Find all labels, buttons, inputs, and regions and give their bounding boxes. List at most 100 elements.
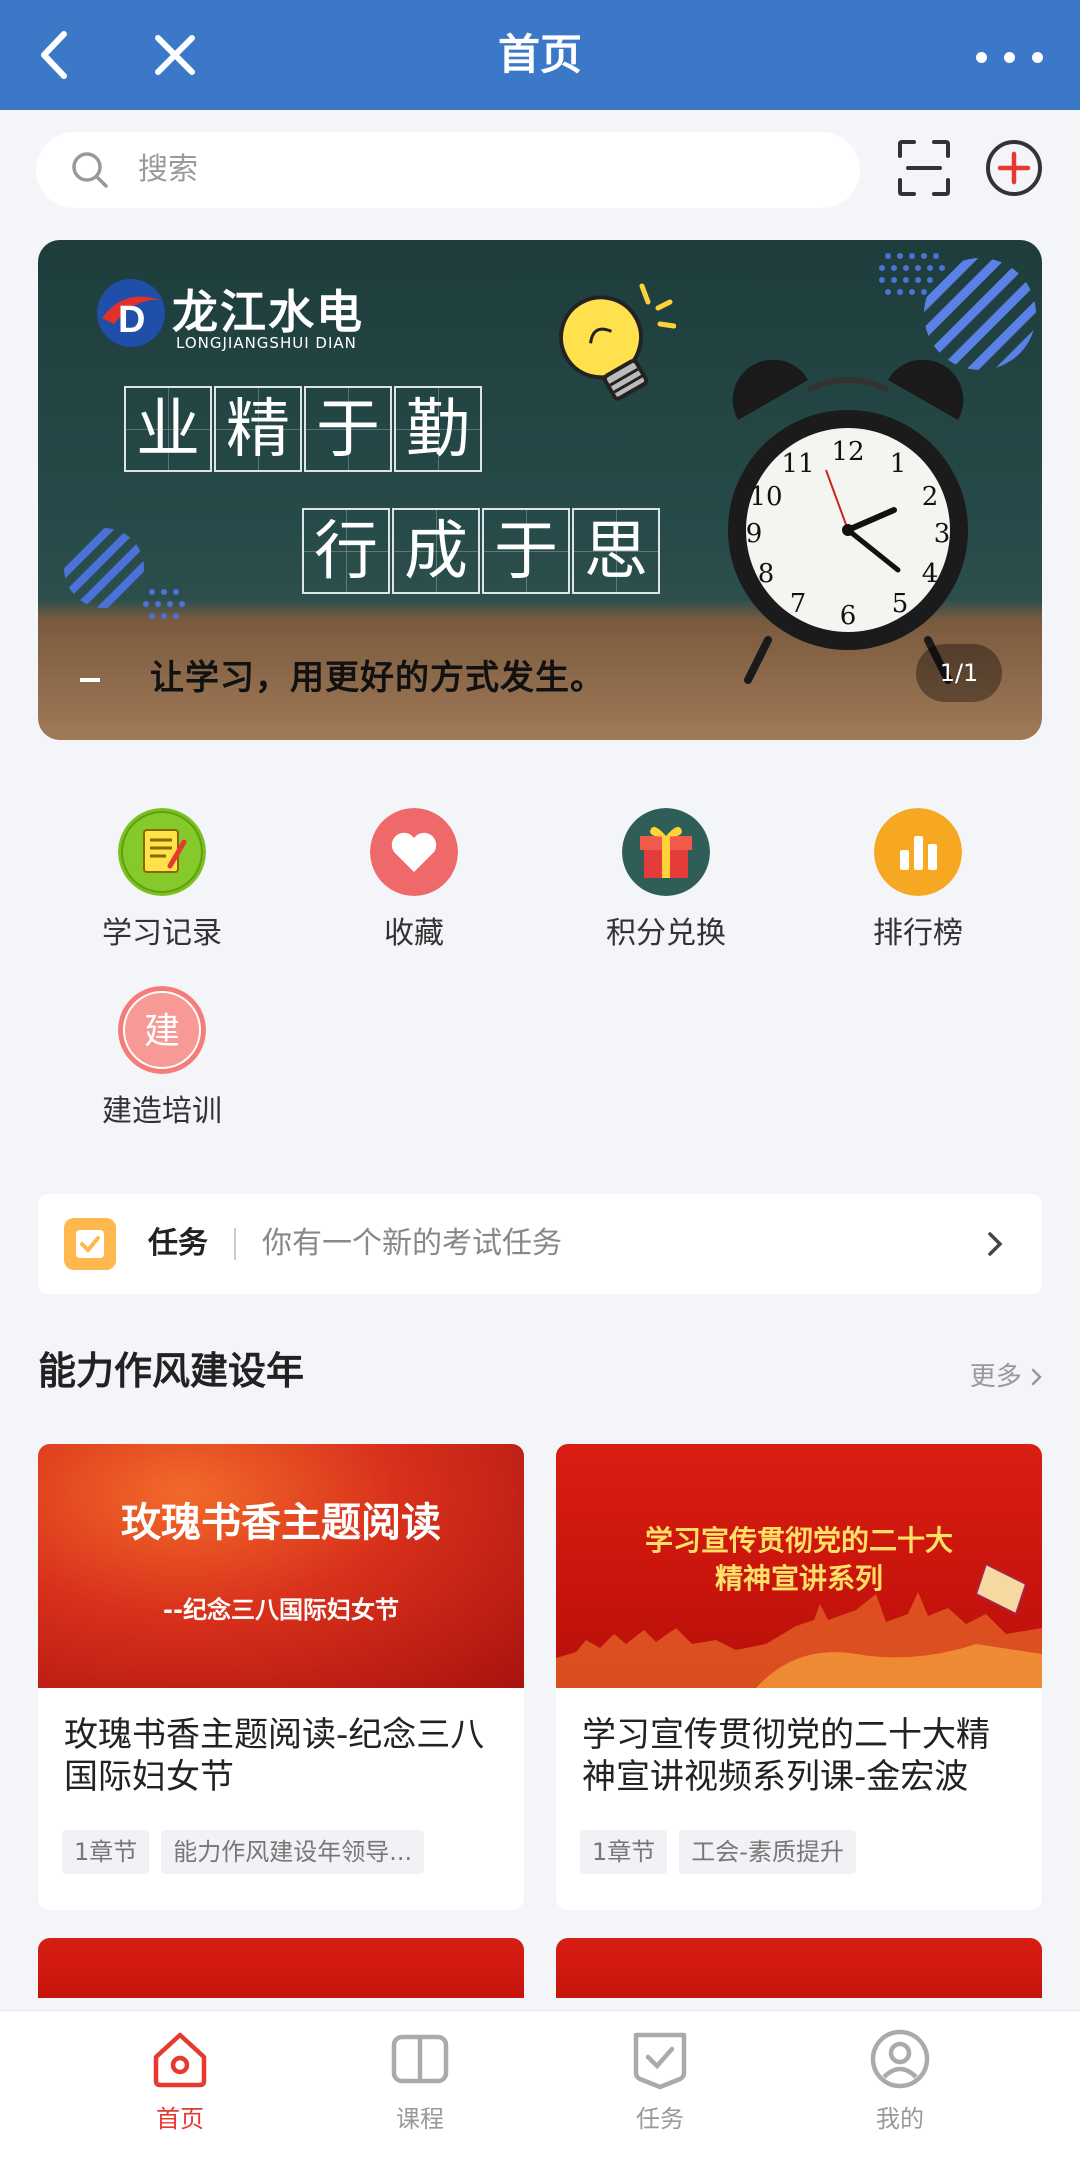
course-card[interactable]: 玫瑰书香主题阅读 --纪念三八国际妇女节 玫瑰书香主题阅读-纪念三八国际妇女节 … bbox=[38, 1444, 524, 1910]
course-cover: 学习宣传贯彻党的二十大 精神宣讲系列 bbox=[556, 1444, 1042, 1688]
section-title: 能力作风建设年 bbox=[38, 1349, 305, 1393]
city-skyline-graphic bbox=[556, 1562, 1042, 1688]
profile-icon bbox=[870, 2029, 930, 2089]
tag: 能力作风建设年领导... bbox=[161, 1830, 425, 1874]
slogan-char: 勤 bbox=[394, 386, 482, 472]
quick-entry-study-record[interactable]: 学习记录 bbox=[36, 808, 288, 952]
quick-entry-points-exchange[interactable]: 积分兑换 bbox=[540, 808, 792, 952]
slogan-char: 业 bbox=[124, 386, 212, 472]
svg-text:6: 6 bbox=[840, 601, 857, 631]
more-label: 更多 bbox=[969, 1362, 1022, 1392]
chevron-right-icon bbox=[988, 1232, 1003, 1256]
svg-text:8: 8 bbox=[758, 559, 775, 589]
svg-text:4: 4 bbox=[922, 559, 939, 589]
build-icon-glyph: 建 bbox=[144, 1011, 180, 1052]
nav-label: 课程 bbox=[396, 2105, 444, 2133]
search-icon bbox=[72, 152, 108, 188]
logo-subtitle: LONGJIANGSHUI DIAN bbox=[176, 334, 357, 352]
nav-tasks[interactable]: 任务 bbox=[600, 2027, 720, 2151]
tag: 1章节 bbox=[580, 1830, 668, 1874]
quick-entry-ranking[interactable]: 排行榜 bbox=[792, 808, 1044, 952]
quick-entry-label: 学习记录 bbox=[102, 916, 222, 951]
tag: 1章节 bbox=[62, 1830, 150, 1874]
plus-circle-icon bbox=[986, 140, 1042, 196]
svg-text:1: 1 bbox=[890, 449, 907, 479]
quick-entry-label: 积分兑换 bbox=[606, 916, 726, 951]
promo-banner[interactable]: D 龙江水电 LONGJIANGSHUI DIAN 业 精 于 勤 行 成 于 … bbox=[38, 240, 1042, 740]
slogan-char: 成 bbox=[392, 508, 480, 594]
slogan-char: 精 bbox=[214, 386, 302, 472]
banner-tagline: 让学习，用更好的方式发生。 bbox=[150, 658, 605, 698]
course-title: 学习宣传贯彻党的二十大精神宣讲视频系列课-金宏波 bbox=[582, 1715, 990, 1797]
close-button[interactable] bbox=[140, 20, 210, 90]
cover-subtitle: --纪念三八国际妇女节 bbox=[163, 1596, 399, 1624]
cover-title: 玫瑰书香主题阅读 bbox=[121, 1500, 441, 1546]
svg-text:7: 7 bbox=[790, 589, 807, 619]
nav-home[interactable]: 首页 bbox=[120, 2027, 240, 2151]
quick-entry-label: 建造培训 bbox=[102, 1094, 222, 1129]
quick-entry-label: 收藏 bbox=[384, 916, 444, 951]
nav-label: 任务 bbox=[636, 2105, 684, 2133]
task-notice[interactable]: 任务 你有一个新的考试任务 bbox=[38, 1194, 1042, 1294]
nav-courses[interactable]: 课程 bbox=[360, 2027, 480, 2151]
gift-icon bbox=[622, 808, 710, 896]
svg-text:11: 11 bbox=[781, 449, 814, 479]
course-card[interactable]: 学习宣传贯彻党的二十大 精神宣讲系列 学习宣传贯彻党的二十大精神宣讲视频系列课-… bbox=[556, 1444, 1042, 1910]
svg-text:12: 12 bbox=[831, 437, 864, 467]
scan-button[interactable] bbox=[896, 138, 952, 198]
heart-icon bbox=[370, 808, 458, 896]
stripe-circle-decoration bbox=[64, 528, 185, 619]
search-placeholder: 搜索 bbox=[138, 152, 198, 187]
divider bbox=[234, 1228, 236, 1260]
svg-text:9: 9 bbox=[746, 519, 763, 549]
home-icon bbox=[153, 2032, 207, 2088]
slogan-char: 行 bbox=[302, 508, 390, 594]
task-check-icon bbox=[64, 1218, 116, 1270]
back-arrow-icon bbox=[41, 31, 67, 79]
svg-text:3: 3 bbox=[934, 519, 951, 549]
build-icon: 建 bbox=[118, 986, 206, 1074]
task-message: 你有一个新的考试任务 bbox=[262, 1226, 562, 1261]
nav-profile[interactable]: 我的 bbox=[840, 2027, 960, 2151]
light-bulb-icon bbox=[559, 283, 676, 401]
course-cover: 玫瑰书香主题阅读 --纪念三八国际妇女节 bbox=[38, 1444, 524, 1688]
notebook-icon bbox=[118, 808, 206, 896]
quick-entry-favorites[interactable]: 收藏 bbox=[288, 808, 540, 952]
slogan-char: 思 bbox=[572, 508, 660, 594]
svg-text:D: D bbox=[118, 299, 145, 341]
search-input[interactable]: 搜索 bbox=[36, 132, 860, 208]
bottom-navigation: 首页 课程 任务 我的 bbox=[0, 2010, 1080, 2160]
section-more-link[interactable]: 更多 bbox=[970, 1356, 1044, 1393]
more-options-button[interactable] bbox=[970, 25, 1050, 85]
task-check-icon bbox=[633, 2032, 687, 2090]
course-title: 玫瑰书香主题阅读-纪念三八国际妇女节 bbox=[64, 1715, 485, 1797]
slogan-line-1: 业 精 于 勤 bbox=[124, 386, 484, 472]
company-logo: D bbox=[97, 279, 165, 347]
quick-entry-construction-training[interactable]: 建 建造培训 bbox=[36, 986, 288, 1130]
nav-label: 首页 bbox=[156, 2105, 204, 2133]
svg-text:10: 10 bbox=[749, 482, 782, 512]
svg-text:2: 2 bbox=[922, 482, 939, 512]
task-title: 任务 bbox=[148, 1226, 208, 1261]
svg-text:5: 5 bbox=[892, 589, 909, 619]
book-icon bbox=[391, 2034, 449, 2084]
quick-entry-grid: 学习记录 收藏 积分兑换 排行榜 建 建造培训 bbox=[36, 808, 1044, 1130]
divider bbox=[80, 678, 100, 682]
chevron-right-icon bbox=[1031, 1368, 1042, 1386]
bar-chart-icon bbox=[874, 808, 962, 896]
scan-icon bbox=[898, 140, 950, 196]
close-icon bbox=[155, 35, 195, 75]
top-bar: 首页 bbox=[0, 0, 1080, 110]
course-tags: 1章节 能力作风建设年领导... bbox=[62, 1830, 436, 1874]
slogan-char: 于 bbox=[304, 386, 392, 472]
course-card-partial[interactable] bbox=[38, 1938, 524, 1998]
back-button[interactable] bbox=[22, 20, 92, 90]
course-card-partial[interactable] bbox=[556, 1938, 1042, 1998]
banner-page-indicator: 1/1 bbox=[916, 644, 1002, 702]
logo-name: 龙江水电 bbox=[172, 285, 364, 339]
add-button[interactable] bbox=[984, 138, 1044, 198]
alarm-clock-icon: 12 12 3 45 6 78 9 1011 bbox=[728, 360, 968, 684]
nav-label: 我的 bbox=[876, 2105, 924, 2133]
quick-entry-label: 排行榜 bbox=[873, 916, 963, 951]
course-tags: 1章节 工会-素质提升 bbox=[580, 1830, 868, 1874]
